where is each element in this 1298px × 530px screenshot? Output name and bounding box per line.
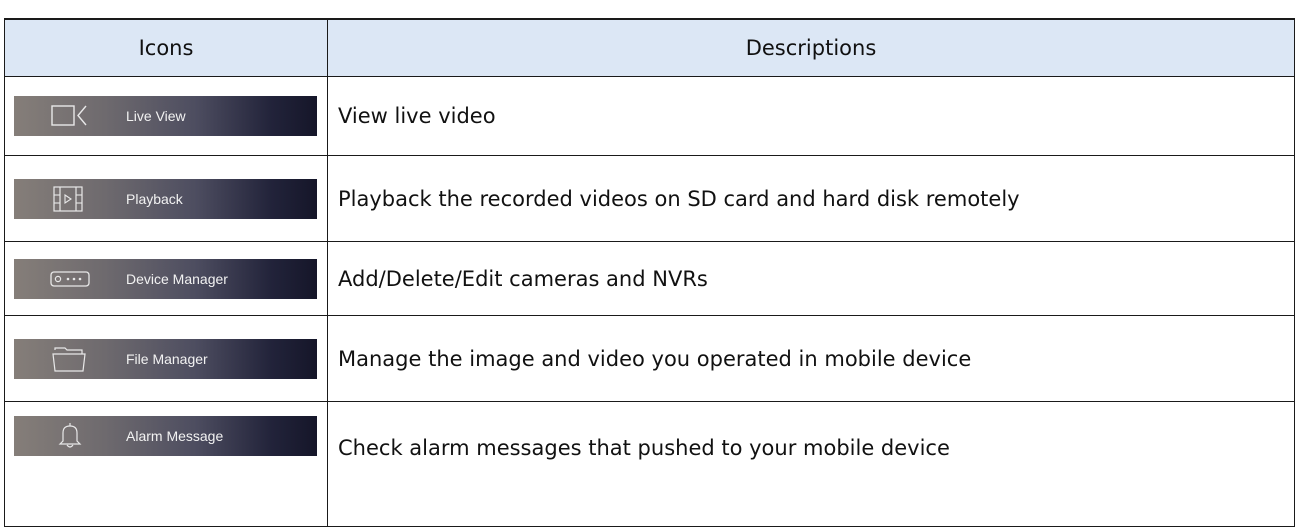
film-playback-icon: [50, 185, 90, 212]
alarm-message-button[interactable]: Alarm Message: [14, 416, 317, 456]
description-cell: Add/Delete/Edit cameras and NVRs: [328, 242, 1294, 315]
header-cell-descriptions: Descriptions: [328, 20, 1294, 76]
file-manager-label: File Manager: [126, 350, 208, 367]
live-view-button[interactable]: Live View: [14, 96, 317, 136]
table-row: File Manager Manage the image and video …: [5, 316, 1294, 402]
description-cell: Manage the image and video you operated …: [328, 316, 1294, 401]
live-view-description: View live video: [338, 104, 496, 128]
header-icons-label: Icons: [138, 36, 194, 60]
table-row: Alarm Message Check alarm messages that …: [5, 402, 1294, 527]
description-cell: Check alarm messages that pushed to your…: [328, 402, 1294, 527]
table-row: Playback Playback the recorded videos on…: [5, 156, 1294, 242]
folder-icon: [50, 346, 90, 372]
table-row: Live View View live video: [5, 77, 1294, 156]
device-manager-button[interactable]: Device Manager: [14, 258, 317, 299]
table-row: Device Manager Add/Delete/Edit cameras a…: [5, 242, 1294, 316]
playback-label: Playback: [126, 190, 183, 207]
icon-cell: Playback: [5, 156, 328, 241]
file-manager-description: Manage the image and video you operated …: [338, 346, 972, 371]
icon-cell: File Manager: [5, 316, 328, 401]
live-view-label: Live View: [126, 108, 186, 124]
icon-cell: Alarm Message: [5, 402, 328, 527]
alarm-message-label: Alarm Message: [126, 428, 224, 444]
file-manager-button[interactable]: File Manager: [14, 338, 317, 379]
device-manager-description: Add/Delete/Edit cameras and NVRs: [338, 266, 708, 291]
description-cell: Playback the recorded videos on SD card …: [328, 156, 1294, 241]
header-cell-icons: Icons: [5, 20, 328, 76]
table-header-row: Icons Descriptions: [5, 20, 1294, 77]
video-camera-icon: [50, 103, 90, 129]
icon-cell: Live View: [5, 77, 328, 155]
playback-description: Playback the recorded videos on SD card …: [338, 186, 1020, 211]
bell-icon: [50, 423, 90, 449]
playback-button[interactable]: Playback: [14, 178, 317, 219]
device-manager-label: Device Manager: [126, 270, 228, 287]
icons-table: Icons Descriptions Live View View live v…: [4, 18, 1295, 527]
alarm-message-description: Check alarm messages that pushed to your…: [338, 436, 950, 460]
header-descriptions-label: Descriptions: [745, 36, 877, 60]
description-cell: View live video: [328, 77, 1294, 155]
device-recorder-icon: [50, 266, 90, 292]
icon-cell: Device Manager: [5, 242, 328, 315]
